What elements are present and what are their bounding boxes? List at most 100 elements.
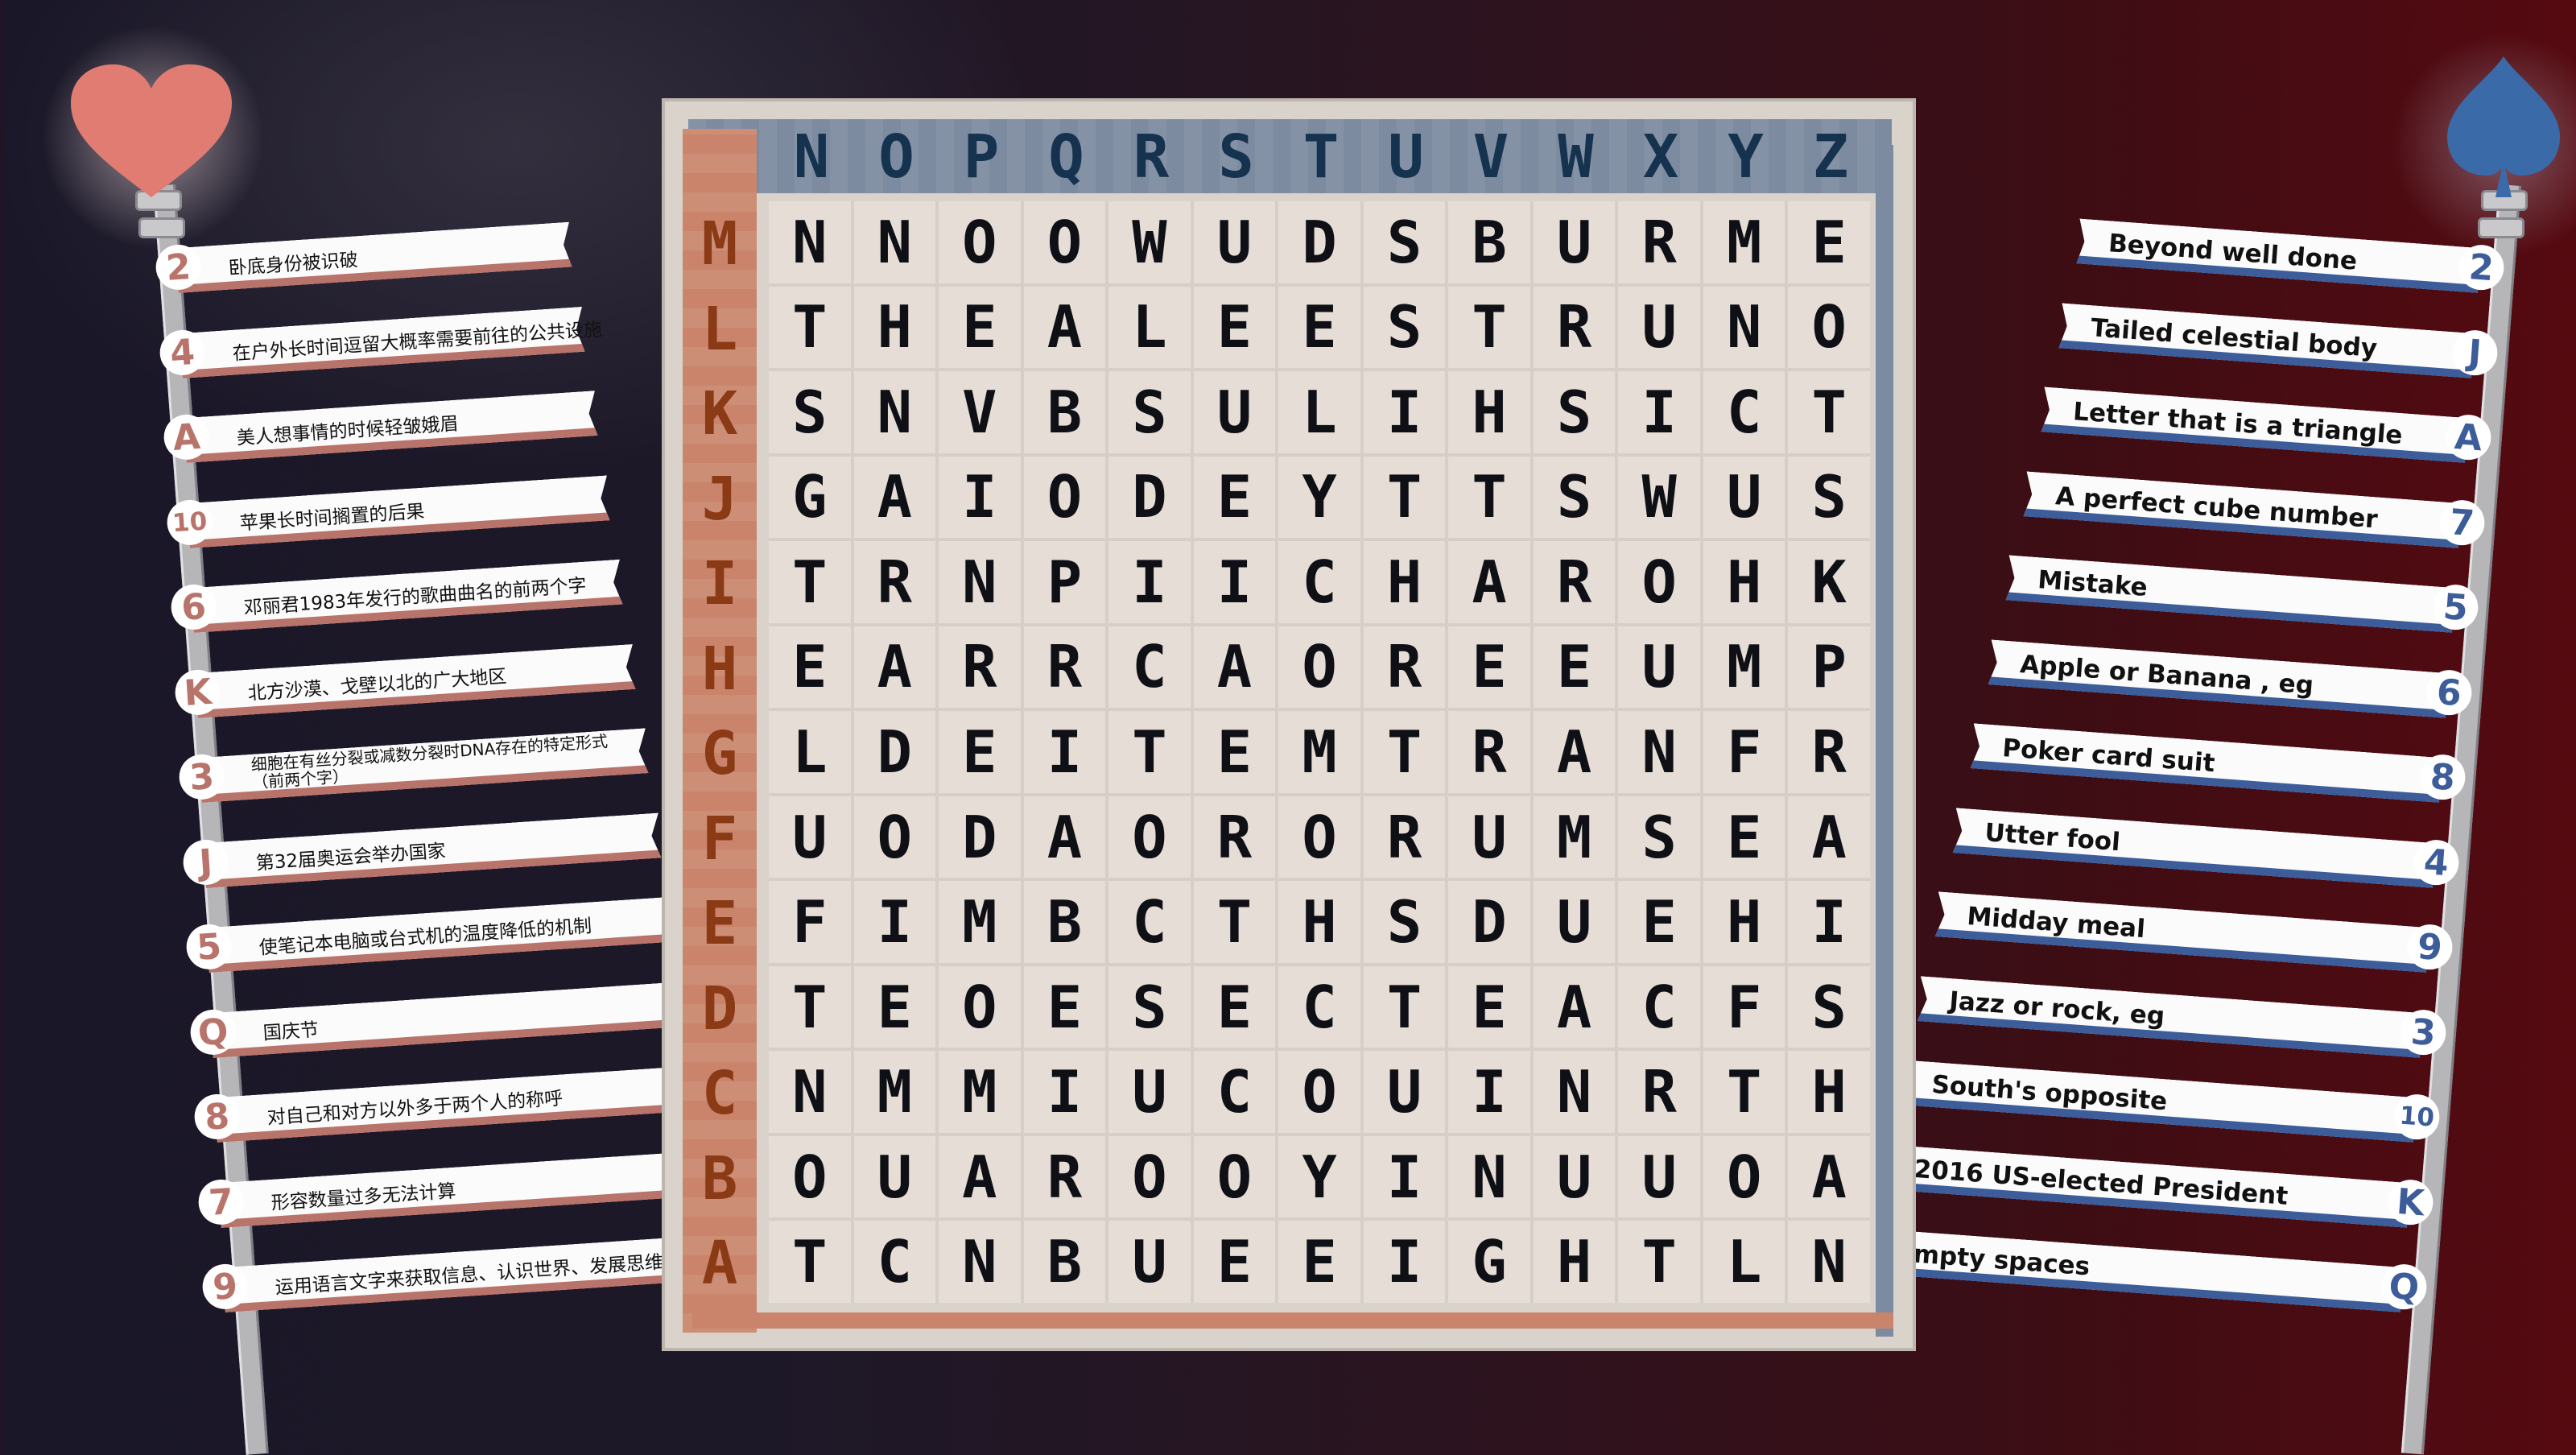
grid-cell[interactable]: O bbox=[939, 965, 1021, 1048]
grid-cell[interactable]: H bbox=[1533, 1221, 1616, 1303]
grid-cell[interactable]: R bbox=[1533, 541, 1616, 623]
grid-cell[interactable]: O bbox=[1788, 286, 1870, 369]
grid-cell[interactable]: D bbox=[1278, 201, 1360, 283]
grid-cell[interactable]: N bbox=[1788, 1221, 1870, 1303]
grid-cell[interactable]: E bbox=[1533, 626, 1616, 709]
grid-cell[interactable]: U bbox=[1703, 456, 1785, 539]
grid-cell[interactable]: H bbox=[1703, 541, 1785, 623]
grid-cell[interactable]: O bbox=[1278, 1051, 1360, 1133]
grid-cell[interactable]: A bbox=[853, 626, 936, 709]
grid-cell[interactable]: O bbox=[1023, 456, 1106, 539]
grid-cell[interactable]: I bbox=[1618, 371, 1700, 453]
grid-cell[interactable]: E bbox=[1023, 965, 1106, 1048]
grid-cell[interactable]: O bbox=[1023, 201, 1106, 283]
grid-cell[interactable]: U bbox=[853, 1135, 936, 1218]
grid-cell[interactable]: I bbox=[1788, 881, 1870, 963]
grid-cell[interactable]: S bbox=[1108, 965, 1191, 1048]
grid-cell[interactable]: M bbox=[853, 1051, 936, 1133]
grid-cell[interactable]: B bbox=[1023, 1221, 1106, 1303]
grid-cell[interactable]: I bbox=[1363, 1135, 1446, 1218]
grid-cell[interactable]: A bbox=[1023, 796, 1106, 878]
grid-cell[interactable]: T bbox=[1363, 711, 1446, 793]
grid-cell[interactable]: O bbox=[1108, 1135, 1191, 1218]
grid-cell[interactable]: T bbox=[1193, 881, 1276, 963]
grid-cell[interactable]: H bbox=[1363, 541, 1446, 623]
grid-cell[interactable]: A bbox=[1788, 1135, 1870, 1218]
grid-cell[interactable]: B bbox=[1448, 201, 1530, 283]
grid-cell[interactable]: D bbox=[853, 711, 936, 793]
grid-cell[interactable]: C bbox=[1703, 371, 1785, 453]
grid-cell[interactable]: M bbox=[1278, 711, 1360, 793]
grid-cell[interactable]: T bbox=[769, 965, 851, 1048]
grid-cell[interactable]: H bbox=[1703, 881, 1785, 963]
grid-cell[interactable]: I bbox=[1363, 1221, 1446, 1303]
grid-cell[interactable]: A bbox=[1023, 286, 1106, 369]
grid-cell[interactable]: C bbox=[1278, 965, 1360, 1048]
grid-cell[interactable]: I bbox=[1448, 1051, 1530, 1133]
grid-cell[interactable]: R bbox=[1363, 796, 1446, 878]
grid-cell[interactable]: S bbox=[1363, 201, 1446, 283]
grid-cell[interactable]: S bbox=[1788, 965, 1870, 1048]
grid-cell[interactable]: U bbox=[1363, 1051, 1446, 1133]
grid-cell[interactable]: T bbox=[769, 1221, 851, 1303]
grid-cell[interactable]: W bbox=[1108, 201, 1191, 283]
grid-cell[interactable]: H bbox=[853, 286, 936, 369]
grid-cell[interactable]: F bbox=[1703, 711, 1785, 793]
grid-cell[interactable]: E bbox=[1703, 796, 1785, 878]
grid-cell[interactable]: O bbox=[1278, 626, 1360, 709]
grid-cell[interactable]: T bbox=[769, 541, 851, 623]
grid-cell[interactable]: G bbox=[769, 456, 851, 539]
grid-cell[interactable]: U bbox=[1618, 626, 1700, 709]
grid-cell[interactable]: I bbox=[1193, 541, 1276, 623]
grid-cell[interactable]: C bbox=[1108, 881, 1191, 963]
grid-cell[interactable]: N bbox=[769, 201, 851, 283]
grid-cell[interactable]: E bbox=[1788, 201, 1870, 283]
grid-cell[interactable]: E bbox=[1618, 881, 1700, 963]
grid-cell[interactable]: T bbox=[1448, 286, 1530, 369]
grid-cell[interactable]: U bbox=[1533, 1135, 1616, 1218]
grid-cell[interactable]: E bbox=[1448, 965, 1530, 1048]
grid-cell[interactable]: N bbox=[1703, 286, 1785, 369]
grid-cell[interactable]: U bbox=[1193, 371, 1276, 453]
grid-cell[interactable]: R bbox=[1023, 1135, 1106, 1218]
grid-cell[interactable]: E bbox=[1278, 286, 1360, 369]
grid-cell[interactable]: M bbox=[1703, 201, 1785, 283]
grid-cell[interactable]: D bbox=[939, 796, 1021, 878]
grid-cell[interactable]: R bbox=[1618, 1051, 1700, 1133]
grid-cell[interactable]: A bbox=[1533, 965, 1616, 1048]
grid-cell[interactable]: N bbox=[939, 1221, 1021, 1303]
grid-cell[interactable]: C bbox=[853, 1221, 936, 1303]
grid-cell[interactable]: I bbox=[1363, 371, 1446, 453]
grid-cell[interactable]: G bbox=[1448, 1221, 1530, 1303]
grid-cell[interactable]: C bbox=[1108, 626, 1191, 709]
grid-cell[interactable]: E bbox=[1193, 711, 1276, 793]
grid-cell[interactable]: N bbox=[853, 201, 936, 283]
grid-cell[interactable]: S bbox=[769, 371, 851, 453]
grid-cell[interactable]: N bbox=[769, 1051, 851, 1133]
grid-cell[interactable]: M bbox=[939, 1051, 1021, 1133]
grid-cell[interactable]: O bbox=[1703, 1135, 1785, 1218]
grid-cell[interactable]: R bbox=[1788, 711, 1870, 793]
grid-cell[interactable]: T bbox=[1788, 371, 1870, 453]
grid-cell[interactable]: T bbox=[1363, 456, 1446, 539]
grid-cell[interactable]: N bbox=[939, 541, 1021, 623]
grid-cell[interactable]: O bbox=[769, 1135, 851, 1218]
grid-cell[interactable]: A bbox=[1533, 711, 1616, 793]
grid-cell[interactable]: O bbox=[1108, 796, 1191, 878]
grid-cell[interactable]: U bbox=[769, 796, 851, 878]
grid-cell[interactable]: D bbox=[1108, 456, 1191, 539]
grid-cell[interactable]: N bbox=[853, 371, 936, 453]
grid-cell[interactable]: M bbox=[1703, 626, 1785, 709]
grid-cell[interactable]: S bbox=[1363, 286, 1446, 369]
grid-cell[interactable]: I bbox=[939, 456, 1021, 539]
grid-cell[interactable]: F bbox=[1703, 965, 1785, 1048]
grid-cell[interactable]: S bbox=[1108, 371, 1191, 453]
grid-cell[interactable]: E bbox=[939, 286, 1021, 369]
grid-cell[interactable]: B bbox=[1023, 881, 1106, 963]
grid-cell[interactable]: U bbox=[1193, 201, 1276, 283]
grid-cell[interactable]: T bbox=[1618, 1221, 1700, 1303]
grid-cell[interactable]: S bbox=[1363, 881, 1446, 963]
grid-cell[interactable]: T bbox=[1108, 711, 1191, 793]
grid-cell[interactable]: O bbox=[939, 201, 1021, 283]
grid-cell[interactable]: U bbox=[1533, 201, 1616, 283]
